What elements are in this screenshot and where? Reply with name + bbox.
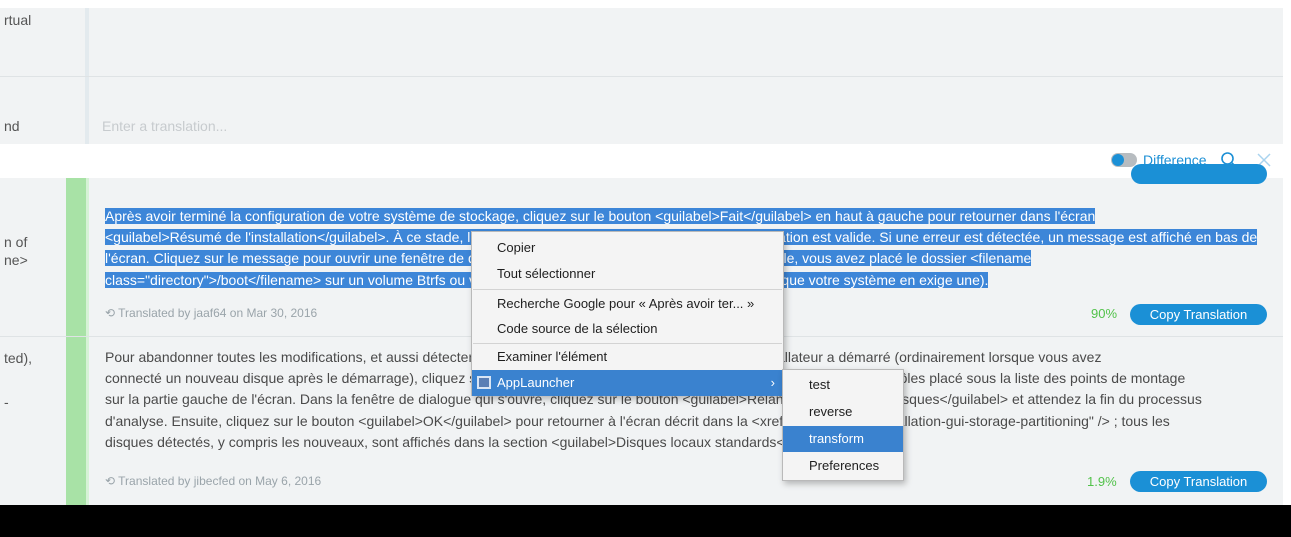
context-menu: Copier Tout sélectionner Recherche Googl… [471,231,784,396]
scrollbar-gutter [1283,8,1291,144]
menu-item-google-search[interactable]: Recherche Google pour « Après avoir ter.… [472,291,783,317]
menu-item-copy[interactable]: Copier [472,235,783,261]
submenu-item-test[interactable]: test [783,372,903,398]
source-fragment: rtual [4,12,32,28]
scrollbar-gutter [1283,178,1291,505]
copy-translation-button[interactable]: Copy Translation [1130,304,1267,325]
menu-item-applauncher[interactable]: AppLauncher › [472,370,783,396]
applauncher-icon [477,376,491,389]
submenu-item-transform[interactable]: transform [783,426,903,452]
source-fragment: ted), [4,350,33,366]
copy-translation-button[interactable]: Copy Translation [1130,471,1267,492]
history-icon: ⟲ [105,306,119,320]
match-percent: 90% [1091,306,1118,321]
translation-meta: ⟲ Translated by jaaf64 on Mar 30, 2016 [105,306,317,320]
toggle-knob [1112,154,1124,166]
translation-input[interactable]: Enter a translation... [102,118,227,134]
black-footer [0,505,1291,537]
applauncher-submenu: test reverse transform Preferences [782,369,904,481]
row-divider [0,76,1283,77]
text-line: disques détectés, y compris les nouveaux… [105,433,849,450]
editor-toolbar: Difference [0,144,1291,178]
menu-item-view-source[interactable]: Code source de la sélection [472,316,783,342]
text-line: d'analyse. Ensuite, cliquez sur le bouto… [105,412,1170,429]
previous-entry-panel: rtual nd Enter a translation... [0,8,1291,144]
selected-text-line: Après avoir terminé la configuration de … [105,208,1096,224]
source-fragment: n of [4,234,28,250]
menu-item-select-all[interactable]: Tout sélectionner [472,261,783,287]
source-fragment: ne> [4,252,28,268]
submenu-item-reverse[interactable]: reverse [783,399,903,425]
menu-separator [473,289,782,290]
submenu-item-preferences[interactable]: Preferences [783,453,903,479]
source-fragment: - [4,394,9,410]
history-icon: ⟲ [105,474,119,488]
approved-status-bar [66,178,86,505]
translated-by: Translated by jibecfed on May 6, 2016 [118,474,322,488]
translation-meta: ⟲ Translated by jibecfed on May 6, 2016 [105,474,321,488]
submenu-arrow-icon: › [770,375,775,390]
top-strip [0,0,1291,8]
status-bar-edge [86,178,89,505]
source-fragment: nd [4,118,20,134]
copy-translation-button-partial[interactable] [1131,164,1267,184]
menu-item-inspect[interactable]: Examiner l'élément [472,344,783,370]
difference-toggle[interactable] [1111,153,1137,167]
translated-by: Translated by jaaf64 on Mar 30, 2016 [118,306,318,320]
match-percent: 1.9% [1087,474,1117,489]
